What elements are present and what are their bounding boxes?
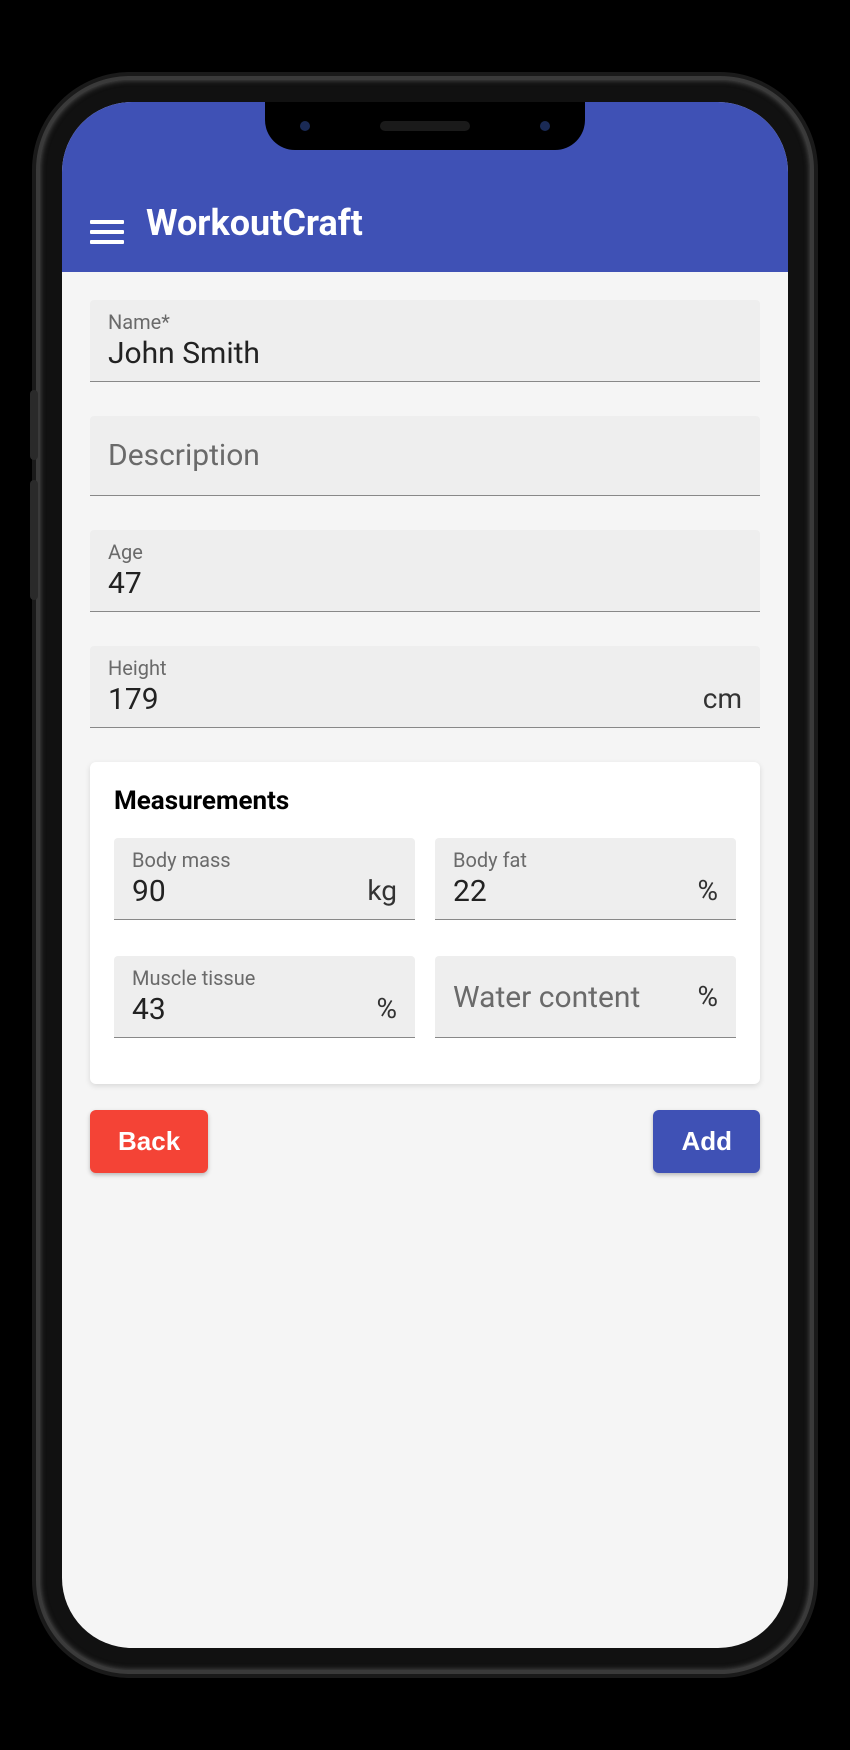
muscle-tissue-field[interactable]: Muscle tissue % (114, 956, 415, 1038)
water-content-input[interactable] (453, 980, 689, 1015)
height-label: Height (108, 656, 695, 680)
measurements-title: Measurements (114, 786, 736, 816)
app-title: WorkoutCraft (146, 202, 363, 244)
screen: WorkoutCraft Name* Age (62, 102, 788, 1648)
water-content-unit: % (689, 980, 718, 1015)
name-input[interactable] (108, 336, 742, 371)
speaker-grille (380, 121, 470, 131)
name-label: Name* (108, 310, 742, 334)
age-input[interactable] (108, 566, 742, 601)
add-button[interactable]: Add (653, 1110, 760, 1173)
height-unit: cm (695, 682, 742, 717)
menu-icon[interactable] (90, 220, 124, 244)
water-content-field[interactable]: % (435, 956, 736, 1038)
height-input[interactable] (108, 682, 695, 717)
notch (265, 102, 585, 150)
body-mass-input[interactable] (132, 874, 359, 909)
muscle-tissue-unit: % (368, 992, 397, 1027)
measurements-card: Measurements Body mass kg Body fat (90, 762, 760, 1084)
description-input[interactable] (108, 438, 742, 473)
phone-frame: WorkoutCraft Name* Age (40, 80, 810, 1670)
muscle-tissue-label: Muscle tissue (132, 966, 368, 990)
height-field[interactable]: Height cm (90, 646, 760, 728)
camera-dot (540, 121, 550, 131)
body-fat-label: Body fat (453, 848, 689, 872)
age-field[interactable]: Age (90, 530, 760, 612)
back-button[interactable]: Back (90, 1110, 208, 1173)
body-mass-unit: kg (359, 874, 397, 909)
age-label: Age (108, 540, 742, 564)
name-field[interactable]: Name* (90, 300, 760, 382)
form-content: Name* Age Height cm (62, 272, 788, 1201)
button-row: Back Add (90, 1110, 760, 1173)
body-mass-field[interactable]: Body mass kg (114, 838, 415, 920)
body-fat-input[interactable] (453, 874, 689, 909)
body-mass-label: Body mass (132, 848, 359, 872)
body-fat-unit: % (689, 874, 718, 909)
muscle-tissue-input[interactable] (132, 992, 368, 1027)
description-field[interactable] (90, 416, 760, 496)
body-fat-field[interactable]: Body fat % (435, 838, 736, 920)
sensor-dot (300, 121, 310, 131)
